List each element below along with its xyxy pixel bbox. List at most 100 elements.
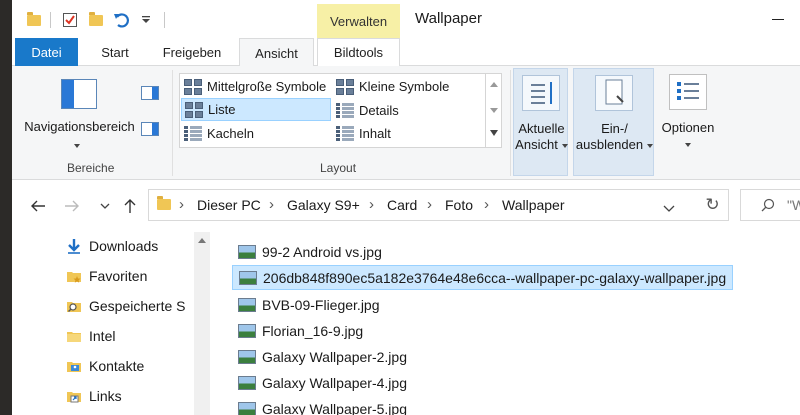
image-file-icon bbox=[238, 244, 256, 259]
folder-link-icon bbox=[66, 388, 82, 404]
desktop-background bbox=[0, 0, 12, 415]
tab-freigeben[interactable]: Freigeben bbox=[154, 38, 230, 66]
navigation-pane: Downloads Favoriten Gespeicherte S Intel… bbox=[12, 228, 210, 415]
layout-item-label: Kleine Symbole bbox=[359, 79, 450, 94]
layout-kacheln[interactable]: Kacheln bbox=[181, 122, 331, 145]
nav-item-label: Favoriten bbox=[89, 268, 148, 284]
download-arrow-icon bbox=[66, 238, 82, 254]
nav-item-label: Downloads bbox=[89, 238, 159, 254]
small-icons-icon bbox=[336, 78, 354, 95]
options-label: Optionen bbox=[661, 120, 715, 135]
scroll-up-icon[interactable] bbox=[490, 82, 498, 87]
folder-star-icon bbox=[66, 268, 82, 284]
search-placeholder: "W bbox=[787, 197, 800, 213]
tab-start[interactable]: Start bbox=[90, 38, 140, 66]
tiles-icon bbox=[184, 125, 202, 142]
new-folder-icon[interactable] bbox=[86, 10, 106, 30]
navigation-pane-icon[interactable] bbox=[61, 79, 97, 109]
breadcrumb-chevron-icon[interactable]: › bbox=[427, 196, 432, 213]
nav-item-gespeicherte-suchen[interactable]: Gespeicherte S bbox=[12, 291, 188, 321]
breadcrumb-chevron-icon[interactable]: › bbox=[179, 196, 184, 213]
breadcrumb-foto[interactable]: Foto bbox=[445, 197, 473, 213]
nav-item-label: Intel bbox=[89, 328, 116, 344]
layout-details[interactable]: Details bbox=[333, 99, 483, 122]
properties-icon[interactable] bbox=[60, 10, 80, 30]
list-item[interactable]: Galaxy Wallpaper-5.jpg bbox=[232, 396, 413, 415]
breadcrumb-galaxy-s9[interactable]: Galaxy S9+ bbox=[287, 197, 360, 213]
gallery-expand-icon[interactable] bbox=[490, 130, 498, 136]
nav-item-kontakte[interactable]: Kontakte bbox=[12, 351, 188, 381]
list-item[interactable]: Galaxy Wallpaper-2.jpg bbox=[232, 344, 413, 369]
current-view-label: Aktuelle bbox=[518, 121, 565, 136]
show-hide-label: ausblenden bbox=[575, 137, 644, 152]
preview-pane-icon[interactable] bbox=[141, 86, 159, 100]
navigation-bar: › Dieser PC › Galaxy S9+ › Card › Foto ›… bbox=[12, 180, 800, 228]
list-icon bbox=[185, 101, 203, 118]
tab-verwalten[interactable]: Verwalten bbox=[317, 4, 400, 38]
tab-datei[interactable]: Datei bbox=[15, 38, 78, 66]
breadcrumb-chevron-icon[interactable]: › bbox=[369, 196, 374, 213]
scroll-up-icon[interactable] bbox=[198, 238, 206, 243]
list-item[interactable]: Florian_16-9.jpg bbox=[232, 318, 369, 343]
tab-bildtools[interactable]: Bildtools bbox=[317, 38, 400, 66]
undo-icon[interactable] bbox=[112, 10, 132, 30]
layout-mittelgrosse-symbole[interactable]: Mittelgroße Symbole bbox=[181, 75, 331, 98]
scroll-down-icon[interactable] bbox=[490, 108, 498, 113]
details-icon bbox=[336, 102, 354, 119]
breadcrumb-card[interactable]: Card bbox=[387, 197, 417, 213]
navigation-pane-scrollbar[interactable] bbox=[194, 232, 210, 415]
layout-kleine-symbole[interactable]: Kleine Symbole bbox=[333, 75, 483, 98]
image-file-icon bbox=[238, 297, 256, 312]
layout-inhalt[interactable]: Inhalt bbox=[333, 122, 483, 145]
nav-item-favoriten[interactable]: Favoriten bbox=[12, 261, 188, 291]
customize-toolbar-icon[interactable] bbox=[136, 10, 156, 30]
ribbon-tabs: Datei Start Freigeben Ansicht Bildtools bbox=[12, 38, 800, 67]
options-button[interactable]: Optionen bbox=[657, 68, 719, 176]
address-dropdown-icon[interactable] bbox=[663, 201, 675, 216]
contacts-icon bbox=[66, 358, 82, 374]
search-icon bbox=[761, 198, 775, 212]
layout-gallery-scroll[interactable] bbox=[486, 73, 502, 148]
recent-locations-icon[interactable] bbox=[95, 196, 115, 216]
show-hide-button[interactable]: Ein-/ ausblenden bbox=[573, 68, 654, 176]
up-arrow-icon[interactable] bbox=[120, 196, 140, 216]
refresh-icon[interactable]: ↻ bbox=[697, 189, 729, 221]
show-hide-icon bbox=[595, 75, 633, 111]
folder-search-icon bbox=[66, 298, 82, 314]
minimize-button[interactable] bbox=[772, 19, 784, 20]
breadcrumb-chevron-icon[interactable]: › bbox=[269, 196, 274, 213]
details-pane-icon[interactable] bbox=[141, 122, 159, 136]
search-input[interactable]: "W bbox=[740, 189, 800, 221]
file-name: Florian_16-9.jpg bbox=[262, 322, 364, 339]
folder-icon bbox=[66, 328, 82, 344]
nav-item-intel[interactable]: Intel bbox=[12, 321, 188, 351]
list-item[interactable]: BVB-09-Flieger.jpg bbox=[232, 292, 386, 317]
tab-ansicht[interactable]: Ansicht bbox=[239, 38, 314, 67]
show-hide-label: Ein-/ bbox=[601, 121, 628, 136]
breadcrumb-dieser-pc[interactable]: Dieser PC bbox=[197, 197, 261, 213]
current-view-button[interactable]: Aktuelle Ansicht bbox=[513, 68, 568, 176]
nav-item-downloads[interactable]: Downloads bbox=[12, 231, 188, 261]
list-item[interactable]: 206db848f890ec5a182e3764e48e6cca--wallpa… bbox=[232, 265, 734, 290]
file-name: 99-2 Android vs.jpg bbox=[262, 243, 382, 260]
breadcrumb-wallpaper[interactable]: Wallpaper bbox=[502, 197, 565, 213]
nav-item-links[interactable]: Links bbox=[12, 381, 188, 411]
list-item[interactable]: Galaxy Wallpaper-4.jpg bbox=[232, 370, 413, 395]
forward-arrow-icon[interactable] bbox=[62, 196, 82, 216]
breadcrumb-chevron-icon[interactable]: › bbox=[484, 196, 489, 213]
navigation-pane-button[interactable]: Navigationsbereich bbox=[22, 119, 137, 135]
nav-item-label: Gespeicherte S bbox=[89, 298, 186, 314]
ribbon: Navigationsbereich Bereiche Mittelgroße … bbox=[12, 66, 800, 180]
back-arrow-icon[interactable] bbox=[28, 196, 48, 216]
folder-icon[interactable] bbox=[24, 10, 44, 30]
layout-item-label: Mittelgroße Symbole bbox=[207, 79, 327, 94]
group-divider bbox=[510, 70, 511, 176]
layout-item-label: Details bbox=[359, 103, 399, 118]
list-item[interactable]: 99-2 Android vs.jpg bbox=[232, 239, 388, 264]
layout-liste[interactable]: Liste bbox=[181, 98, 331, 121]
layout-item-label: Kacheln bbox=[207, 126, 254, 141]
navigation-pane-dropdown[interactable] bbox=[67, 137, 87, 153]
folder-icon bbox=[157, 196, 171, 210]
image-file-icon bbox=[238, 375, 256, 390]
address-bar[interactable]: › Dieser PC › Galaxy S9+ › Card › Foto ›… bbox=[148, 189, 718, 221]
